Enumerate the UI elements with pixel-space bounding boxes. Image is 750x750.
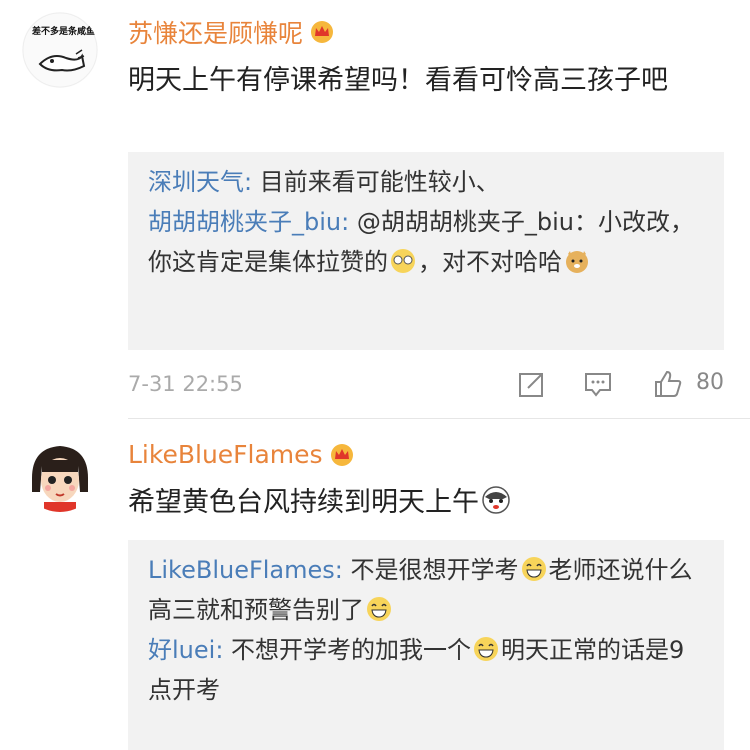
divider: [128, 418, 750, 419]
reply-box[interactable]: LikeBlueFlames: 不是很想开学考 老师还说什么高三就和预警告别了 好…: [128, 540, 724, 750]
husky-emoji-icon: [481, 485, 511, 515]
crown-icon: [309, 20, 335, 44]
reply-author[interactable]: LikeBlueFlames: [148, 556, 335, 584]
doge-emoji-icon: [564, 246, 590, 273]
like-count: 80: [696, 370, 724, 395]
like-icon[interactable]: [652, 368, 684, 400]
timestamp: 7-31 22:55: [128, 372, 243, 396]
avatar[interactable]: 差不多是条咸鱼: [22, 12, 98, 88]
reply-item[interactable]: 深圳天气: 目前来看可能性较小、: [148, 162, 704, 202]
reply-item[interactable]: 胡胡胡桃夹子_biu: @胡胡胡桃夹子_biu：小改改，你这肯定是集体拉赞的 ，对…: [148, 202, 704, 282]
reply-box[interactable]: 深圳天气: 目前来看可能性较小、 胡胡胡桃夹子_biu: @胡胡胡桃夹子_biu…: [128, 152, 724, 350]
username[interactable]: LikeBlueFlames: [128, 440, 355, 469]
reply-author[interactable]: 深圳天气: [148, 168, 244, 196]
comment-meta: 7-31 22:55 80: [128, 366, 724, 406]
crown-icon: [329, 443, 355, 467]
reply-author[interactable]: 好luei: [148, 636, 215, 664]
reply-author[interactable]: 胡胡胡桃夹子_biu: [148, 208, 341, 236]
avatar-caption: 差不多是条咸鱼: [32, 27, 96, 37]
comment-icon[interactable]: [582, 368, 614, 400]
avatar[interactable]: [22, 436, 98, 512]
username[interactable]: 苏慊还是顾慊呢: [128, 14, 335, 50]
comment-text: 明天上午有停课希望吗！看看可怜高三孩子吧: [128, 65, 668, 96]
repost-icon[interactable]: [516, 368, 548, 400]
grin-emoji-icon: [473, 634, 499, 661]
reply-item[interactable]: 好luei: 不想开学考的加我一个 明天正常的话是9点开考: [148, 630, 704, 710]
grin-emoji-icon: [521, 554, 547, 581]
glasses-emoji-icon: [390, 246, 416, 273]
reply-item[interactable]: LikeBlueFlames: 不是很想开学考 老师还说什么高三就和预警告别了: [148, 550, 704, 630]
grin-emoji-icon: [366, 594, 392, 621]
comment-text: 希望黄色台风持续到明天上午: [128, 482, 728, 524]
